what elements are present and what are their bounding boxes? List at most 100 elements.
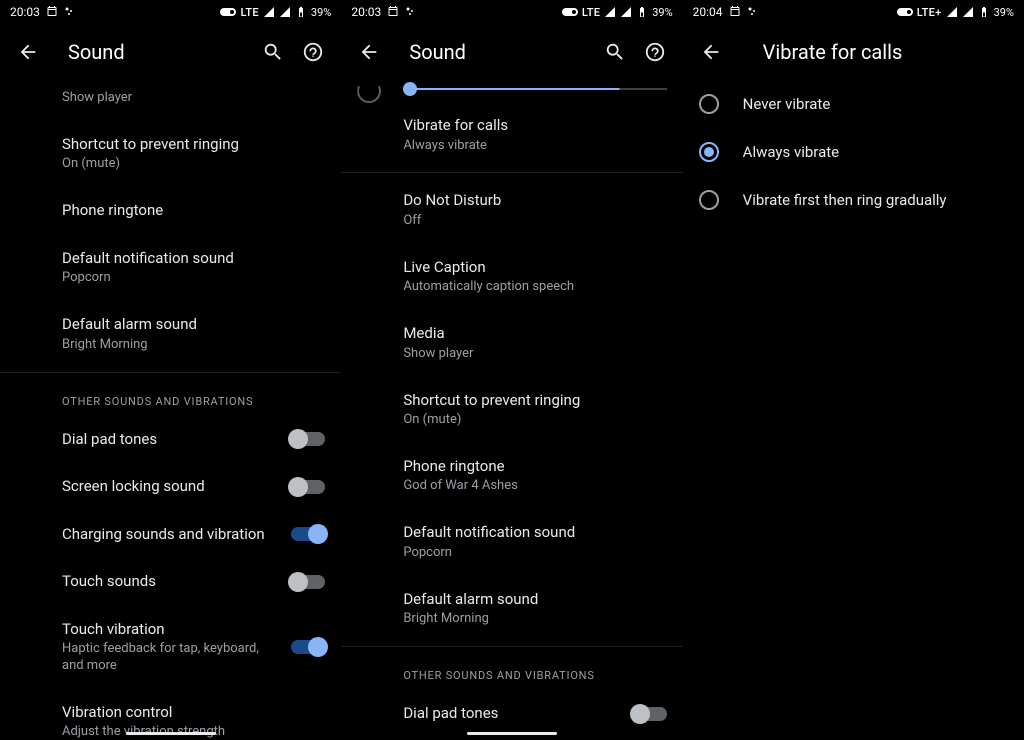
setting-primary: Dial pad tones	[403, 704, 624, 724]
status-time: 20:03	[351, 5, 381, 19]
setting-secondary: Popcorn	[62, 270, 325, 287]
vpn-icon	[562, 6, 578, 18]
nav-bar[interactable]	[341, 726, 682, 740]
setting-primary: Vibrate for calls	[403, 116, 666, 136]
section-header: Other sounds and vibrations	[341, 651, 682, 690]
setting-secondary: Always vibrate	[403, 138, 666, 155]
battery-icon	[978, 6, 990, 18]
radio-label: Always vibrate	[743, 143, 839, 161]
radio-item[interactable]: Always vibrate	[683, 128, 1024, 176]
settings-item[interactable]: Live CaptionAutomatically caption speech	[341, 244, 682, 310]
nav-bar[interactable]	[0, 726, 341, 740]
toggle-switch[interactable]	[291, 527, 325, 541]
setting-secondary: God of War 4 Ashes	[403, 478, 666, 495]
setting-primary: Dial pad tones	[62, 430, 283, 450]
toggle-switch[interactable]	[633, 707, 667, 721]
setting-secondary: Popcorn	[403, 545, 666, 562]
setting-primary: Shortcut to prevent ringing	[403, 391, 666, 411]
settings-item[interactable]: Touch sounds	[0, 558, 341, 606]
section-header: Other sounds and vibrations	[0, 377, 341, 416]
setting-secondary: Off	[403, 213, 666, 230]
status-time: 20:04	[693, 5, 723, 19]
setting-primary: Phone ringtone	[403, 457, 666, 477]
toggle-switch[interactable]	[291, 640, 325, 654]
settings-item[interactable]: Default alarm sound Bright Morning	[0, 301, 341, 367]
status-dots-icon	[64, 5, 76, 20]
settings-item[interactable]: Default notification soundPopcorn	[0, 235, 341, 301]
back-icon[interactable]	[349, 32, 389, 72]
settings-item[interactable]: Dial pad tones	[0, 416, 341, 464]
settings-list[interactable]: Show player Shortcut to prevent ringingO…	[0, 80, 341, 740]
settings-item[interactable]: Touch vibrationHaptic feedback for tap, …	[0, 606, 341, 689]
signal-icon	[263, 6, 275, 18]
settings-list[interactable]: Never vibrate Always vibrate Vibrate fir…	[683, 80, 1024, 740]
radio-icon	[699, 142, 719, 162]
signal-icon-2	[620, 6, 632, 18]
setting-primary: Touch sounds	[62, 572, 283, 592]
network-type: LTE+	[917, 6, 942, 19]
signal-icon	[604, 6, 616, 18]
setting-primary: Live Caption	[403, 258, 666, 278]
settings-item[interactable]: Vibrate for calls Always vibrate	[341, 102, 682, 168]
status-bar: 20:04 LTE+ 39%	[683, 0, 1024, 24]
settings-item[interactable]: Do Not Disturb Off	[341, 177, 682, 243]
settings-item[interactable]: Shortcut to prevent ringingOn (mute)	[341, 377, 682, 443]
setting-secondary: Show player	[62, 90, 325, 107]
radio-icon	[699, 94, 719, 114]
radio-item[interactable]: Never vibrate	[683, 80, 1024, 128]
settings-item[interactable]: Phone ringtoneGod of War 4 Ashes	[341, 443, 682, 509]
nav-pill-icon	[467, 732, 557, 735]
radio-label: Vibrate first then ring gradually	[743, 191, 947, 209]
status-cal-icon	[46, 5, 58, 20]
status-bar: 20:03 LTE 39%	[0, 0, 341, 24]
settings-item[interactable]: Default notification soundPopcorn	[341, 509, 682, 575]
settings-item[interactable]: Media Show player	[341, 310, 682, 376]
setting-secondary: Automatically caption speech	[403, 279, 666, 296]
phone-screen: 20:04 LTE+ 39% Vibrate for calls Never v…	[683, 0, 1024, 740]
signal-icon	[946, 6, 958, 18]
search-icon[interactable]	[595, 32, 635, 72]
settings-item[interactable]: Screen locking sound	[0, 463, 341, 511]
battery-pct: 39%	[994, 6, 1014, 19]
status-cal-icon	[729, 5, 741, 20]
setting-primary: Media	[403, 324, 666, 344]
settings-item[interactable]: Show player	[0, 80, 341, 121]
battery-icon	[636, 6, 648, 18]
help-icon[interactable]	[293, 32, 333, 72]
toggle-switch[interactable]	[291, 480, 325, 494]
search-icon[interactable]	[253, 32, 293, 72]
toggle-switch[interactable]	[291, 575, 325, 589]
nav-pill-icon	[126, 732, 216, 735]
setting-secondary: Show player	[403, 346, 666, 363]
settings-list[interactable]: Vibrate for calls Always vibrate Do Not D…	[341, 80, 682, 740]
setting-primary: Do Not Disturb	[403, 191, 666, 211]
app-bar: Vibrate for calls	[683, 24, 1024, 80]
radio-icon	[699, 190, 719, 210]
slider-track	[403, 88, 666, 90]
network-type: LTE	[582, 6, 600, 19]
back-icon[interactable]	[691, 32, 731, 72]
page-title: Vibrate for calls	[763, 40, 1016, 64]
back-icon[interactable]	[8, 32, 48, 72]
volume-slider[interactable]	[341, 80, 682, 102]
settings-item[interactable]: Shortcut to prevent ringingOn (mute)	[0, 121, 341, 187]
help-icon[interactable]	[635, 32, 675, 72]
toggle-switch[interactable]	[291, 432, 325, 446]
divider	[341, 172, 682, 173]
setting-secondary: Bright Morning	[403, 611, 666, 628]
setting-primary: Charging sounds and vibration	[62, 525, 283, 545]
setting-secondary: Bright Morning	[62, 337, 325, 354]
setting-secondary: On (mute)	[62, 156, 325, 173]
settings-item[interactable]: Charging sounds and vibration	[0, 511, 341, 559]
battery-pct: 39%	[652, 6, 672, 19]
settings-item[interactable]: Phone ringtone	[0, 187, 341, 235]
battery-pct: 39%	[311, 6, 331, 19]
setting-secondary: On (mute)	[403, 412, 666, 429]
phone-screen: .screen:nth-child(2) .slider-track::afte…	[341, 0, 682, 740]
app-bar: Sound	[0, 24, 341, 80]
battery-icon	[295, 6, 307, 18]
radio-item[interactable]: Vibrate first then ring gradually	[683, 176, 1024, 224]
setting-primary: Default alarm sound	[62, 315, 325, 335]
settings-item[interactable]: Default alarm soundBright Morning	[341, 576, 682, 642]
status-time: 20:03	[10, 5, 40, 19]
